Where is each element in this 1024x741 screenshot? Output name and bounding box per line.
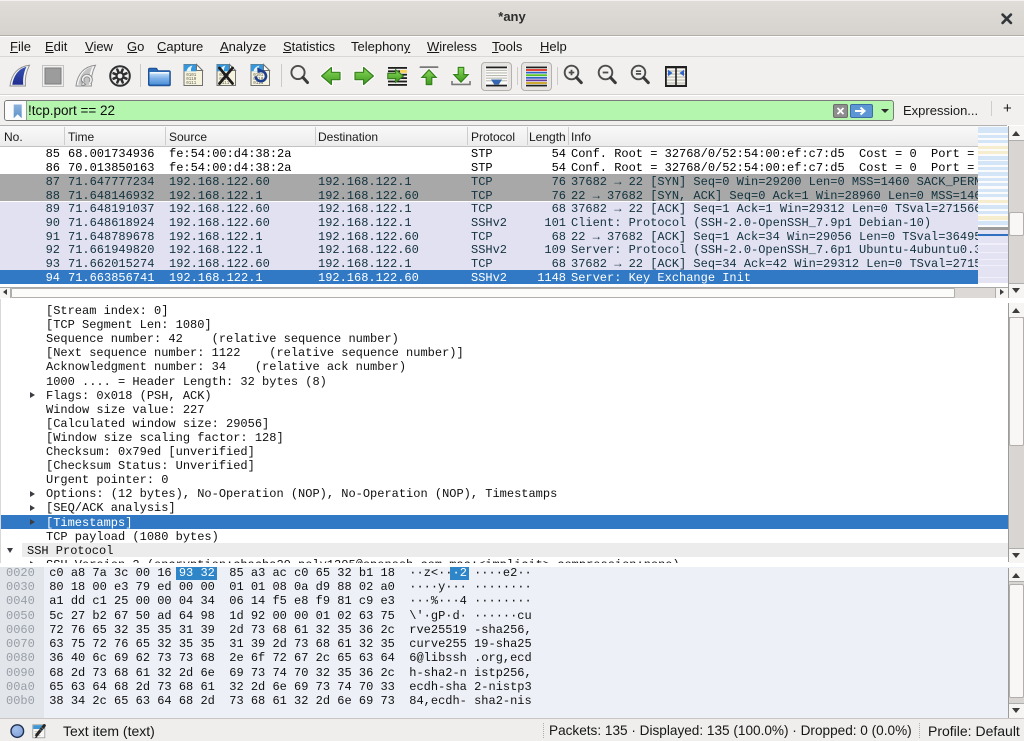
svg-text:0111: 0111 (186, 82, 197, 86)
svg-text:0111: 0111 (253, 82, 264, 86)
